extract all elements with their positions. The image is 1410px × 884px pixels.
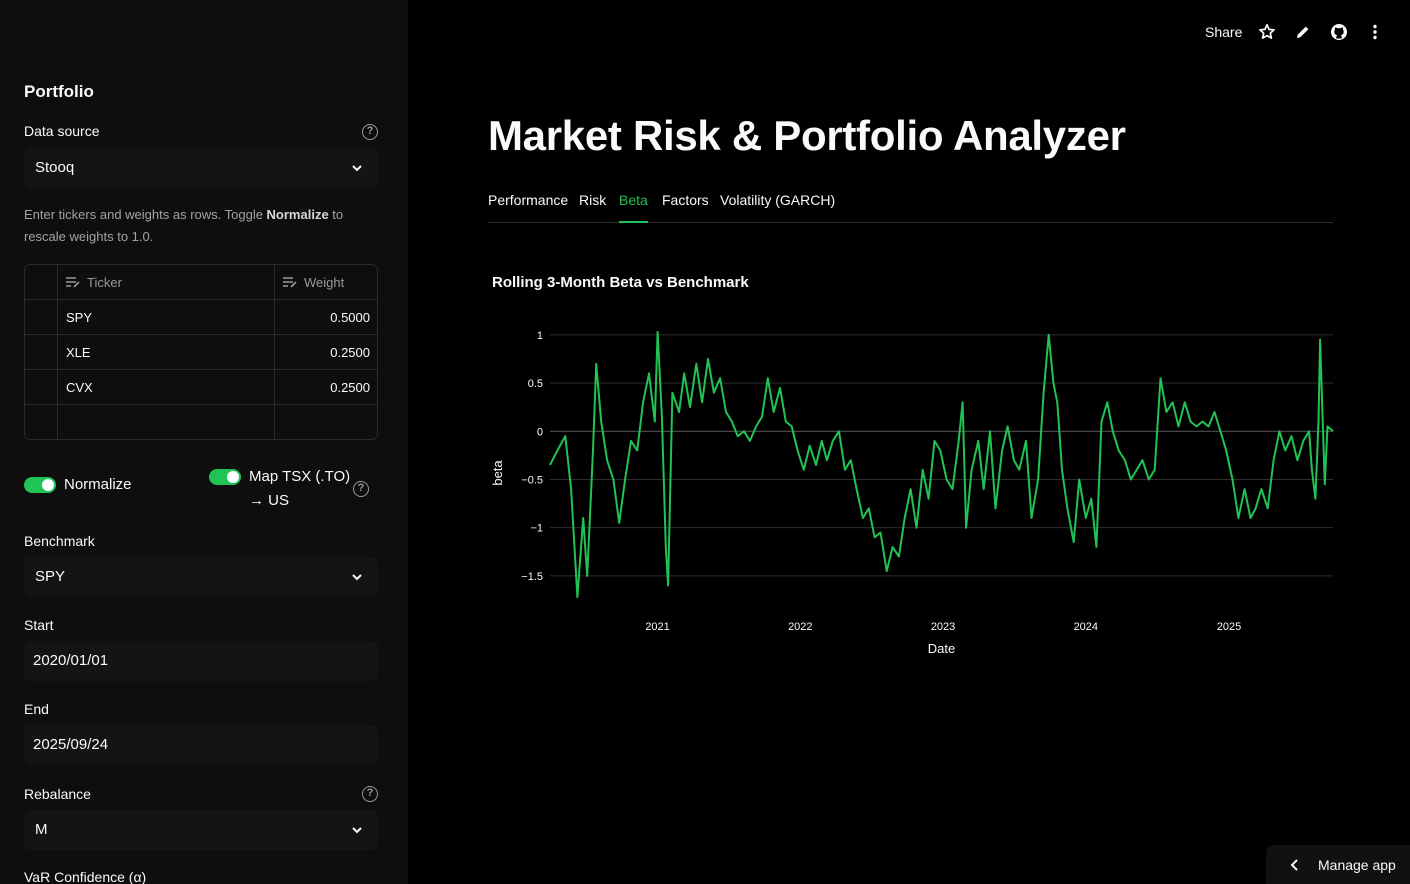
- y-axis-label: beta: [490, 460, 505, 486]
- tickers-caption: Enter tickers and weights as rows. Toggl…: [24, 207, 344, 244]
- end-label: End: [24, 701, 49, 717]
- chevron-down-icon: [352, 574, 362, 581]
- help-icon[interactable]: ?: [362, 786, 378, 802]
- more-vertical-icon[interactable]: [1366, 23, 1384, 41]
- end-date-input[interactable]: 2025/09/24: [24, 725, 378, 765]
- page-title: Market Risk & Portfolio Analyzer: [488, 112, 1126, 159]
- y-tick-label: 1: [537, 330, 543, 342]
- map-tsx-label-2: → US: [249, 492, 290, 509]
- chart-title: Rolling 3-Month Beta vs Benchmark: [492, 274, 749, 291]
- manage-app-label: Manage app: [1318, 857, 1396, 873]
- table-row[interactable]: XLE 0.2500: [25, 335, 377, 370]
- benchmark-label: Benchmark: [24, 533, 95, 549]
- help-icon[interactable]: ?: [362, 124, 378, 140]
- data-source-select[interactable]: Stooq: [24, 148, 378, 188]
- x-tick-label: 2021: [645, 621, 669, 633]
- x-axis-label: Date: [928, 641, 955, 656]
- start-date-value: 2020/01/01: [33, 652, 109, 669]
- x-tick-label: 2022: [788, 621, 812, 633]
- beta-series-line: [549, 330, 1334, 599]
- tab-beta[interactable]: Beta: [619, 192, 648, 223]
- y-tick-label: 0.5: [528, 378, 543, 390]
- y-tick-label: −0.5: [521, 474, 543, 486]
- table-row[interactable]: SPY 0.5000: [25, 300, 377, 335]
- help-icon[interactable]: ?: [353, 481, 369, 497]
- manage-app-button[interactable]: Manage app: [1266, 845, 1410, 884]
- tickers-table[interactable]: Ticker Weight SPY 0.5000 XLE 0.2500 CVX …: [24, 264, 378, 440]
- benchmark-value: SPY: [35, 568, 66, 585]
- table-row-empty[interactable]: [25, 405, 377, 439]
- column-header-weight[interactable]: Weight: [275, 265, 377, 299]
- github-icon[interactable]: [1330, 23, 1348, 41]
- normalize-toggle[interactable]: [24, 477, 56, 493]
- start-label: Start: [24, 617, 54, 633]
- map-tsx-label: Map TSX (.TO): [249, 468, 351, 485]
- chevron-left-icon: [1290, 859, 1298, 871]
- x-tick-label: 2024: [1074, 621, 1098, 633]
- x-tick-label: 2025: [1217, 621, 1241, 633]
- tab-factors[interactable]: Factors: [662, 192, 709, 223]
- column-header-ticker[interactable]: Ticker: [58, 265, 275, 299]
- chevron-down-icon: [352, 827, 362, 834]
- ticker-cell[interactable]: XLE: [58, 335, 275, 369]
- data-source-label: Data source: [24, 123, 100, 139]
- weight-cell[interactable]: [275, 405, 377, 439]
- weight-cell[interactable]: 0.5000: [275, 300, 377, 334]
- normalize-label: Normalize: [64, 476, 132, 493]
- map-tsx-toggle[interactable]: [209, 469, 241, 485]
- end-date-value: 2025/09/24: [33, 736, 109, 753]
- text-column-icon: [283, 277, 297, 288]
- tab-bar: Performance Risk Beta Factors Volatility…: [488, 192, 1333, 223]
- rebalance-label: Rebalance: [24, 786, 91, 802]
- ticker-cell[interactable]: CVX: [58, 370, 275, 404]
- share-button[interactable]: Share: [1205, 24, 1242, 40]
- weight-cell[interactable]: 0.2500: [275, 335, 377, 369]
- data-source-value: Stooq: [35, 159, 75, 176]
- ticker-cell[interactable]: SPY: [58, 300, 275, 334]
- benchmark-select[interactable]: SPY: [24, 557, 378, 597]
- pencil-icon[interactable]: [1294, 23, 1312, 41]
- tab-performance[interactable]: Performance: [488, 192, 568, 223]
- weight-cell[interactable]: 0.2500: [275, 370, 377, 404]
- star-icon[interactable]: [1258, 23, 1276, 41]
- text-column-icon: [66, 277, 80, 288]
- tab-volatility-garch[interactable]: Volatility (GARCH): [720, 192, 835, 223]
- start-date-input[interactable]: 2020/01/01: [24, 641, 378, 681]
- var-confidence-label: VaR Confidence (α): [24, 869, 147, 884]
- x-tick-label: 2023: [931, 621, 955, 633]
- rebalance-select[interactable]: M: [24, 810, 378, 850]
- y-tick-label: 0: [537, 426, 543, 438]
- table-row[interactable]: CVX 0.2500: [25, 370, 377, 405]
- sidebar-heading: Portfolio: [24, 82, 94, 101]
- chevron-down-icon: [352, 165, 362, 172]
- y-tick-label: −1: [530, 523, 543, 535]
- sidebar: Portfolio Data source ? Stooq Enter tick…: [0, 0, 408, 884]
- rebalance-value: M: [35, 821, 48, 838]
- y-tick-label: −1.5: [521, 571, 543, 583]
- ticker-cell[interactable]: [58, 405, 275, 439]
- beta-line-chart[interactable]: 1 0.5 0 −0.5 −1 −1.5 2021 2022 2023 2024 2025 Date b…: [488, 330, 1348, 670]
- tab-risk[interactable]: Risk: [579, 192, 606, 223]
- table-header: Ticker Weight: [25, 265, 377, 300]
